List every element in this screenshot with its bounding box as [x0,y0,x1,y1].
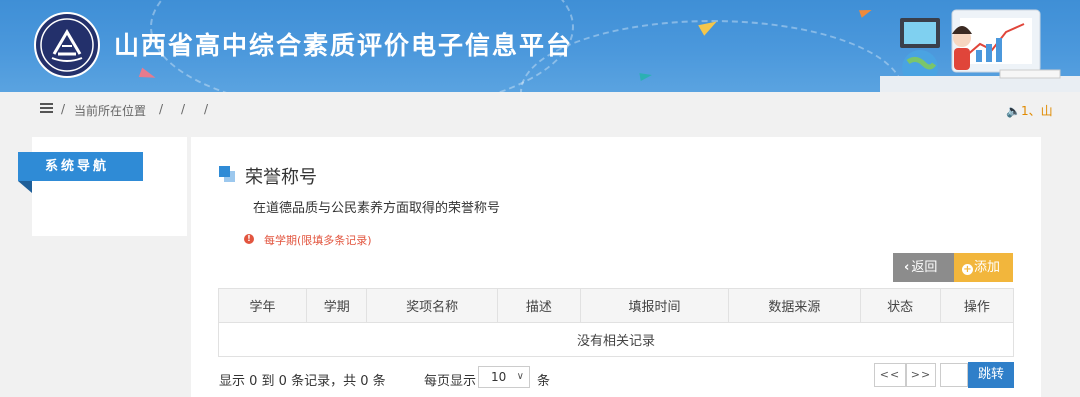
column-header[interactable]: 状态 [859,288,941,323]
section-description: 在道德品质与公民素养方面取得的荣誉称号 [253,201,501,216]
breadcrumb-separator: / [61,102,66,116]
school-emblem-icon [34,12,100,78]
record-limit-warning: 每学期(限填多条记录) [264,234,372,247]
scrolling-notice[interactable]: 🔈1、山 [1006,102,1053,119]
ribbon-fold [18,181,32,193]
column-header[interactable]: 学年 [217,288,308,323]
breadcrumb-separator: / [204,102,209,116]
breadcrumb-separator: / [159,102,164,116]
column-header[interactable]: 学期 [306,288,368,323]
per-page-unit: 条 [537,374,551,389]
back-button[interactable]: ‹ 返回 [893,253,954,282]
add-button-label: 添加 [974,260,1001,275]
per-page-select[interactable]: 10 ∨ [478,366,530,388]
column-header[interactable]: 奖项名称 [366,288,498,323]
sidebar-nav-title: 系统导航 [18,152,143,181]
section-title: 荣誉称号 [245,167,317,188]
table-header-row: 学年 学期 奖项名称 描述 填报时间 数据来源 状态 操作 [217,288,1015,323]
back-button-label: 返回 [911,260,938,275]
chevron-left-icon: ‹ [904,260,910,275]
hamburger-menu-icon[interactable] [40,103,53,114]
breadcrumb-separator: / [181,102,186,116]
table-row: 没有相关记录 [218,322,1014,357]
empty-table-message: 没有相关记录 [218,322,1014,357]
paper-plane-icon [858,6,874,18]
per-page-label: 每页显示 [424,374,477,389]
paper-plane-icon [138,67,158,83]
plus-circle-icon: + [962,264,973,275]
exclamation-circle-icon: ! [244,234,254,244]
honor-table: 学年 学期 奖项名称 描述 填报时间 数据来源 状态 操作 没有相关记录 [217,288,1015,357]
column-header[interactable]: 操作 [939,288,1015,323]
section-icon [219,166,235,182]
next-page-button[interactable]: >> [906,363,936,387]
site-title: 山西省高中综合素质评价电子信息平台 [114,31,574,60]
pagination-info: 显示 0 到 0 条记录，共 0 条 [219,374,386,389]
per-page-value: 10 [491,370,507,384]
column-header[interactable]: 数据来源 [728,288,861,323]
column-header[interactable]: 填报时间 [579,288,730,323]
prev-page-button[interactable]: << [874,363,906,387]
column-header[interactable]: 描述 [496,288,581,323]
add-button[interactable]: + 添加 [954,253,1013,282]
page-number-input[interactable] [940,363,968,387]
education-illustration [880,9,1080,92]
jump-button[interactable]: 跳转 [968,362,1014,388]
site-header: 山西省高中综合素质评价电子信息平台 [0,0,1080,92]
chevron-down-icon: ∨ [516,371,524,382]
breadcrumb-current-location: 当前所在位置 [74,104,147,118]
